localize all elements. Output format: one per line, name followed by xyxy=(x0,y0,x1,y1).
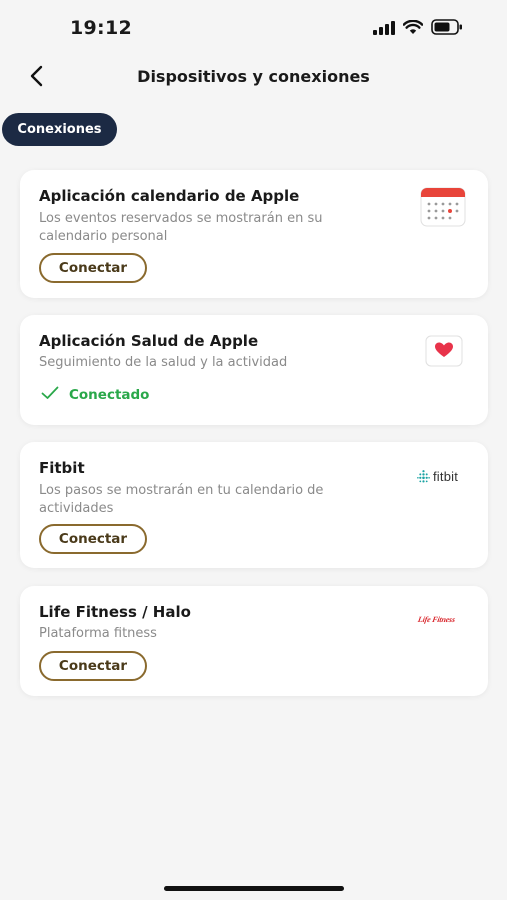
connected-status: Conectado xyxy=(41,386,149,404)
check-icon xyxy=(41,386,59,404)
status-icons xyxy=(373,19,463,39)
connection-card-life-fitness: Life Fitness / Halo Plataforma fitness C… xyxy=(20,586,488,696)
status-time: 19:12 xyxy=(70,17,132,39)
card-description: Los pasos se mostrarán en tu calendario … xyxy=(39,483,324,516)
life-fitness-logo: Life Fitness xyxy=(417,615,456,624)
card-description: Plataforma fitness xyxy=(39,626,157,641)
card-title: Aplicación calendario de Apple xyxy=(39,187,300,205)
connect-button-life-fitness[interactable]: Conectar xyxy=(39,651,147,681)
calendar-icon xyxy=(420,187,466,231)
tab-conexiones[interactable]: Conexiones xyxy=(2,113,117,146)
signal-icon xyxy=(373,20,395,39)
card-description: Seguimiento de la salud y la actividad xyxy=(39,355,288,370)
heart-icon xyxy=(425,335,463,371)
card-description: Los eventos reservados se mostrarán en s… xyxy=(39,211,323,244)
card-title: Fitbit xyxy=(39,459,85,477)
connected-label: Conectado xyxy=(69,387,150,403)
home-indicator[interactable] xyxy=(164,886,344,891)
fitbit-logo: fitbit xyxy=(417,469,458,484)
connect-button-apple-calendar[interactable]: Conectar xyxy=(39,253,147,283)
fitbit-logo-text: fitbit xyxy=(433,469,459,484)
connect-button-fitbit[interactable]: Conectar xyxy=(39,524,147,554)
card-title: Life Fitness / Halo xyxy=(39,603,191,621)
battery-icon xyxy=(431,19,463,39)
page-title: Dispositivos y conexiones xyxy=(137,67,370,86)
connection-card-apple-health: Aplicación Salud de Apple Seguimiento de… xyxy=(20,315,488,425)
connection-card-fitbit: Fitbit Los pasos se mostrarán en tu cale… xyxy=(20,442,488,568)
connection-card-apple-calendar: Aplicación calendario de Apple Los event… xyxy=(20,170,488,298)
status-bar: 19:12 xyxy=(0,0,507,56)
card-title: Aplicación Salud de Apple xyxy=(39,332,259,350)
nav-bar: Dispositivos y conexiones xyxy=(0,56,507,100)
wifi-icon xyxy=(402,19,424,39)
